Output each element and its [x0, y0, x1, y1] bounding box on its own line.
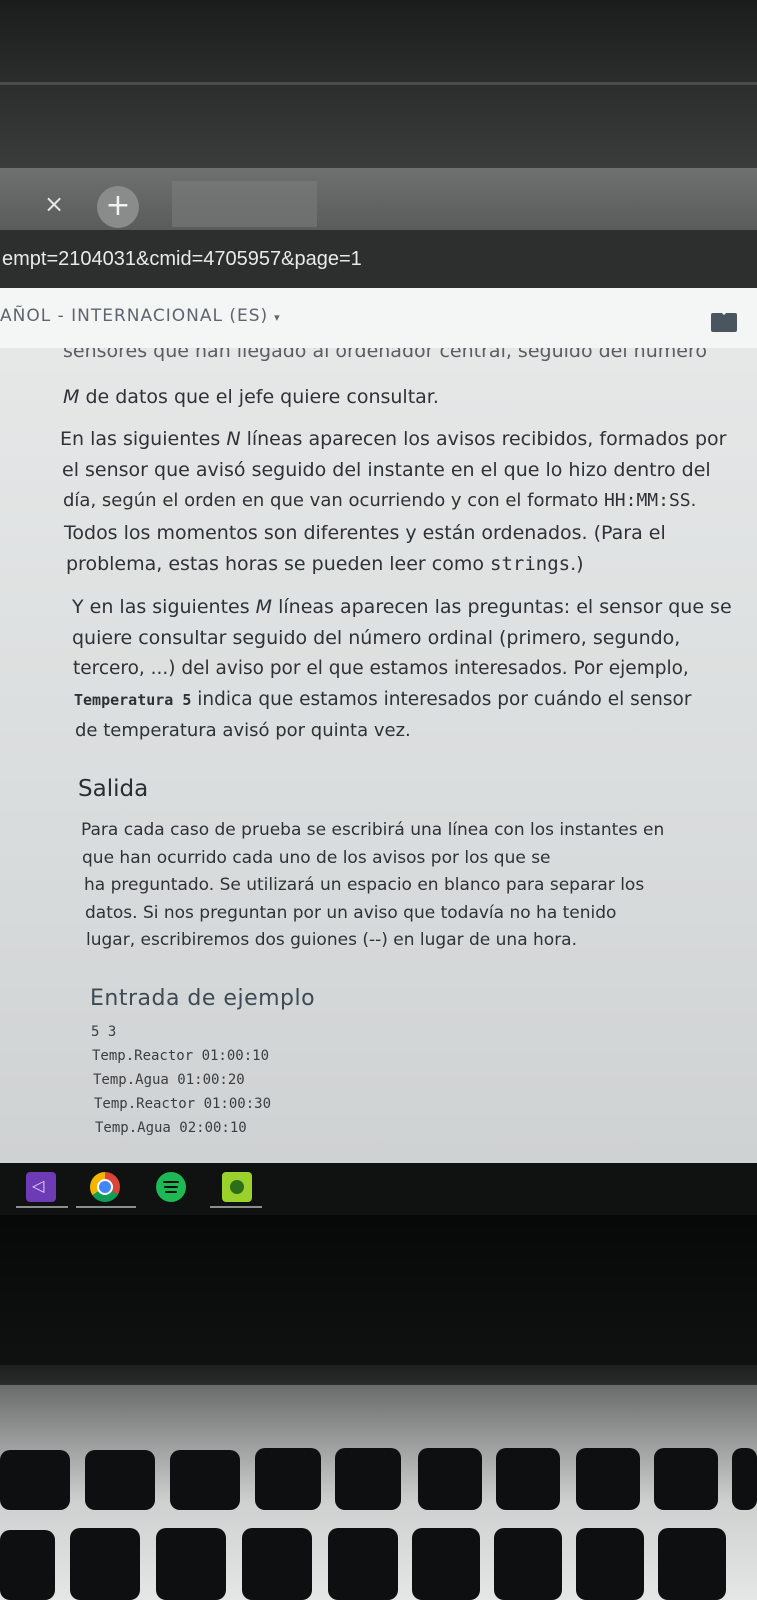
text: Y en las siguientes [72, 596, 256, 618]
keyboard-key [576, 1448, 640, 1510]
taskbar-active-indicator [76, 1206, 136, 1208]
text: líneas aparecen los avisos recibidos, fo… [240, 428, 727, 450]
paragraph-line: día, según el orden en que van ocurriend… [63, 490, 696, 511]
code-line: Temp.Reactor 01:00:30 [94, 1096, 272, 1112]
inline-code: Temperatura 5 [74, 691, 192, 709]
text: problema, estas horas se pueden leer com… [66, 553, 491, 575]
paragraph-line: lugar, escribiremos dos guiones (--) en … [86, 930, 578, 950]
language-label: AÑOL - INTERNACIONAL (ES) [0, 306, 269, 326]
taskbar-active-indicator [210, 1206, 262, 1208]
text: líneas aparecen las preguntas: el sensor… [272, 596, 732, 618]
section-title: Salida [78, 776, 149, 802]
variable: M [255, 596, 273, 618]
paragraph-line: M de datos que el jefe quiere consultar. [63, 386, 439, 408]
keyboard-key [494, 1528, 562, 1600]
keyboard-key [156, 1528, 226, 1600]
code-line: Temp.Agua 01:00:20 [93, 1072, 245, 1088]
text: indica que estamos interesados por cuánd… [191, 689, 692, 710]
keyboard-key [412, 1528, 480, 1600]
inline-code: strings [490, 553, 571, 575]
paragraph-line: que han ocurrido cada uno de los avisos … [82, 848, 551, 868]
text: día, según el orden en que van ocurriend… [63, 490, 604, 511]
paragraph-line: Para cada caso de prueba se escribirá un… [81, 820, 665, 840]
code-line: Temp.Reactor 01:00:10 [92, 1048, 270, 1064]
paragraph-line: tercero, ...) del aviso por el que estam… [73, 658, 689, 679]
chrome-icon[interactable] [90, 1172, 120, 1202]
spotify-icon[interactable] [156, 1172, 186, 1202]
keyboard-key [242, 1528, 312, 1600]
laptop-bezel [0, 0, 757, 170]
new-tab-button[interactable]: + [97, 186, 139, 228]
text: .) [570, 553, 584, 575]
text: En las siguientes [60, 428, 227, 450]
app-icon[interactable] [222, 1172, 252, 1202]
paragraph-line: problema, estas horas se pueden leer com… [66, 553, 584, 575]
paragraph-line: Temperatura 5 indica que estamos interes… [74, 689, 691, 710]
keyboard-key [335, 1448, 401, 1510]
paragraph-line: de temperatura avisó por quinta vez. [75, 720, 411, 741]
keyboard-key [654, 1448, 718, 1510]
text: de datos que el jefe quiere consultar. [79, 386, 439, 408]
taskbar-active-indicator [16, 1206, 68, 1208]
close-tab-icon[interactable]: × [44, 190, 64, 218]
paragraph-line: quiere consultar seguido del número ordi… [72, 627, 681, 649]
keyboard-key [418, 1448, 482, 1510]
keyboard-key [732, 1448, 757, 1510]
inline-code: HH:MM:SS [603, 490, 691, 511]
cut-off-text-line: sensores que han llegado al ordenador ce… [63, 348, 707, 362]
code-line: 5 3 [91, 1024, 117, 1040]
paragraph-line: Todos los momentos son diferentes y está… [64, 522, 666, 544]
chevron-down-icon: ▾ [274, 311, 281, 324]
keyboard-key [0, 1530, 55, 1600]
address-bar[interactable]: empt=2104031&cmid=4705957&page=1 [0, 230, 757, 288]
visual-studio-icon[interactable]: ◁ [26, 1172, 56, 1202]
variable: M [63, 386, 80, 408]
keyboard-key [170, 1450, 240, 1510]
keyboard-key [0, 1450, 70, 1510]
paragraph-line: datos. Si nos preguntan por un aviso que… [85, 903, 617, 923]
keyboard-key [658, 1528, 726, 1600]
paragraph-line: Y en las siguientes M líneas aparecen la… [72, 596, 732, 618]
keyboard-key [576, 1528, 644, 1600]
keyboard-key [255, 1448, 321, 1510]
code-line: Temp.Agua 02:00:10 [95, 1120, 247, 1136]
text: . [690, 490, 697, 511]
keyboard-key [328, 1528, 398, 1600]
laptop-hinge [0, 1365, 757, 1385]
language-menu[interactable]: AÑOL - INTERNACIONAL (ES) ▾ [0, 306, 281, 326]
bezel-divider [0, 82, 757, 85]
variable: N [226, 428, 241, 450]
paragraph-line: el sensor que avisó seguido del instante… [62, 459, 711, 481]
section-title: Entrada de ejemplo [90, 986, 316, 1011]
paragraph-line: ha preguntado. Se utilizará un espacio e… [84, 875, 645, 895]
paragraph-line: En las siguientes N líneas aparecen los … [60, 428, 726, 450]
keyboard-key [70, 1528, 140, 1600]
browser-tab[interactable] [172, 181, 317, 227]
keyboard-key [85, 1450, 155, 1510]
mail-icon[interactable] [711, 313, 737, 332]
keyboard-key [496, 1448, 560, 1510]
problem-statement: sensores que han llegado al ordenador ce… [0, 348, 757, 1163]
